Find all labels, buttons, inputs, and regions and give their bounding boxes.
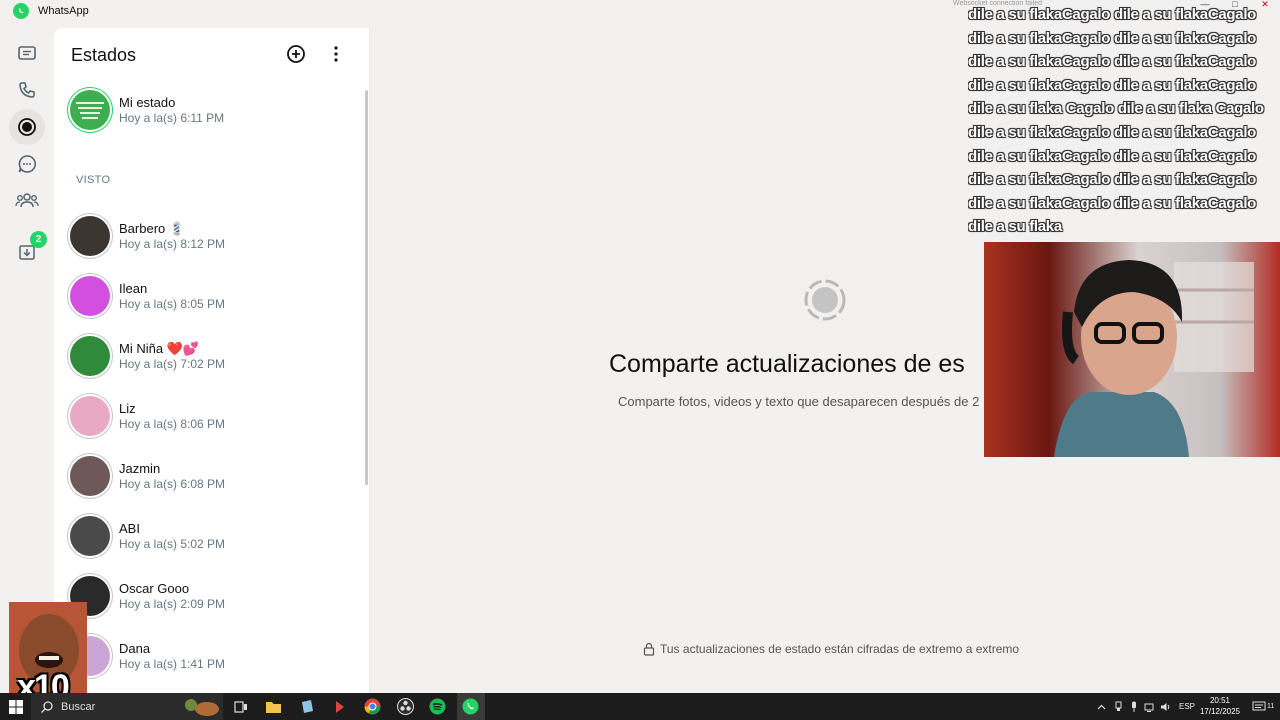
my-status-item[interactable]: Mi estado Hoy a la(s) 6:11 PM	[70, 90, 350, 132]
contact-name: Dana	[119, 641, 151, 656]
search-highlight-icon	[185, 698, 219, 716]
status-contact-item[interactable]: Barbero 💈 Hoy a la(s) 8:12 PM	[70, 216, 350, 258]
tray-chevron-icon[interactable]	[1097, 693, 1106, 720]
encryption-note-text: Tus actualizaciones de estado están cifr…	[660, 642, 1020, 656]
contact-avatar	[70, 216, 110, 256]
chats-button[interactable]	[9, 36, 45, 72]
contact-name: ABI	[119, 521, 140, 536]
my-status-name: Mi estado	[119, 95, 176, 110]
status-contact-item[interactable]: Jazmin Hoy a la(s) 6:08 PM	[70, 456, 350, 498]
taskbar-clock[interactable]: 20:51 17/12/2025	[1198, 695, 1242, 717]
clock-date: 17/12/2025	[1199, 707, 1241, 716]
contact-name: Oscar Gooo	[119, 581, 190, 596]
overlay-line: dile a su flakaCagalo dile a su flakaCag…	[968, 6, 1257, 23]
contact-avatar	[70, 336, 110, 376]
overlay-line: dile a su flakaCagalo dile a su flakaCag…	[968, 171, 1257, 189]
status-button[interactable]	[9, 109, 45, 145]
contact-name: Ilean	[119, 281, 148, 296]
status-contact-item[interactable]: Mi Niña ❤️💕 Hoy a la(s) 7:02 PM	[70, 336, 350, 378]
file-explorer-icon[interactable]	[264, 697, 283, 716]
contact-name: Liz	[119, 401, 136, 416]
overlay-line: dile a su flakaCagalo dile a su flakaCag…	[968, 29, 1257, 47]
contact-avatar	[70, 456, 110, 496]
whatsapp-logo-icon	[13, 3, 29, 19]
navigation-rail: 2	[0, 28, 54, 693]
taskbar-search[interactable]: Buscar	[31, 693, 223, 720]
main-subtext: Comparte fotos, videos y texto que desap…	[618, 394, 980, 409]
section-viewed-label: VISTO	[76, 174, 111, 186]
overlay-line: dile a su flaka Cagalo dile a su flaka C…	[968, 100, 1264, 118]
panel-scrollbar[interactable]	[365, 90, 368, 485]
overlay-line: dile a su flakaCagalo dile a su flakaCag…	[968, 53, 1257, 71]
obs-icon[interactable]	[396, 697, 415, 716]
contact-time: Hoy a la(s) 1:41 PM	[119, 657, 226, 671]
language-indicator[interactable]: ESP	[1179, 693, 1195, 720]
overlay-line: dile a su flakaCagalo dile a su flakaCag…	[968, 76, 1257, 94]
contact-time: Hoy a la(s) 6:08 PM	[119, 477, 226, 491]
spotify-icon[interactable]	[428, 697, 447, 716]
network-icon[interactable]	[1144, 693, 1156, 720]
status-contact-item[interactable]: Oscar Gooo Hoy a la(s) 2:09 PM	[70, 576, 350, 618]
notifications-button[interactable]: 11	[1252, 693, 1274, 720]
notes-app-icon[interactable]	[297, 697, 316, 716]
search-icon	[41, 700, 53, 713]
contact-time: Hoy a la(s) 8:06 PM	[119, 417, 226, 431]
overlay-line: dile a su flaka	[968, 218, 1062, 236]
volume-icon[interactable]	[1160, 693, 1172, 720]
app-title: WhatsApp	[38, 5, 89, 17]
taskbar: Buscar ESP 20:51 17/12/2025 11	[0, 693, 1280, 720]
communities-icon	[15, 193, 39, 208]
notification-count: 11	[1267, 703, 1275, 710]
status-placeholder-icon	[804, 279, 846, 321]
status-panel: Estados Mi estado Hoy a la(s) 6:11 PM VI…	[54, 28, 370, 693]
notification-icon	[1252, 701, 1266, 710]
contact-avatar	[70, 516, 110, 556]
main-heading: Comparte actualizaciones de es	[609, 350, 965, 378]
contact-time: Hoy a la(s) 8:12 PM	[119, 237, 226, 251]
microphone-icon[interactable]	[1130, 693, 1138, 720]
encryption-note: Tus actualizaciones de estado están cifr…	[643, 642, 1019, 656]
streaming-app-icon[interactable]	[330, 697, 349, 716]
status-icon	[18, 118, 36, 136]
task-view-icon[interactable]	[231, 697, 250, 716]
contact-time: Hoy a la(s) 5:02 PM	[119, 537, 226, 551]
archived-count-badge: 2	[30, 231, 47, 248]
more-options-icon[interactable]	[331, 45, 341, 63]
channels-button[interactable]	[9, 146, 45, 182]
contact-avatar	[70, 276, 110, 316]
add-status-icon[interactable]	[286, 44, 306, 64]
phone-icon	[19, 82, 35, 98]
windows-start-icon[interactable]	[8, 699, 24, 715]
overlay-line: dile a su flakaCagalo dile a su flakaCag…	[968, 194, 1257, 212]
communities-button[interactable]	[9, 182, 45, 218]
panel-title: Estados	[71, 45, 137, 65]
contact-time: Hoy a la(s) 8:05 PM	[119, 297, 226, 311]
clock-time: 20:51	[1209, 696, 1231, 705]
chat-list-icon	[18, 46, 36, 60]
contact-time: Hoy a la(s) 7:02 PM	[119, 357, 226, 371]
contact-name: Jazmin	[119, 461, 161, 476]
status-contact-item[interactable]: ABI Hoy a la(s) 5:02 PM	[70, 516, 350, 558]
stream-chat-overlay: dile a su flakaCagalo dile a su flakaCag…	[968, 3, 1280, 239]
chrome-icon[interactable]	[363, 697, 382, 716]
usb-icon[interactable]	[1114, 693, 1123, 720]
channels-icon	[18, 155, 36, 173]
contact-name: Barbero 💈	[119, 221, 186, 236]
calls-button[interactable]	[9, 72, 45, 108]
my-status-avatar	[70, 90, 110, 130]
status-contact-item[interactable]: Dana Hoy a la(s) 1:41 PM	[70, 636, 350, 678]
status-contact-item[interactable]: Ilean Hoy a la(s) 8:05 PM	[70, 276, 350, 318]
webcam-overlay	[984, 242, 1280, 457]
overlay-line: dile a su flakaCagalo dile a su flakaCag…	[968, 147, 1257, 165]
my-status-time: Hoy a la(s) 6:11 PM	[119, 111, 225, 125]
contact-time: Hoy a la(s) 2:09 PM	[119, 597, 226, 611]
overlay-line: dile a su flakaCagalo dile a su flakaCag…	[968, 123, 1257, 141]
whatsapp-taskbar-icon[interactable]	[461, 697, 480, 716]
status-contact-item[interactable]: Liz Hoy a la(s) 8:06 PM	[70, 396, 350, 438]
meme-overlay: x10	[9, 602, 87, 702]
search-label: Buscar	[61, 700, 96, 713]
contact-avatar	[70, 396, 110, 436]
contact-name: Mi Niña ❤️💕	[119, 341, 200, 356]
lock-icon	[643, 642, 655, 656]
